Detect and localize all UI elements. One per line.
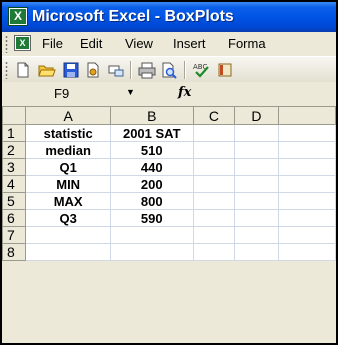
cell-a6[interactable]: Q3 xyxy=(25,209,111,227)
table-row: 2 median 510 xyxy=(2,141,336,159)
menu-edit[interactable]: Edit xyxy=(80,32,102,56)
row-header[interactable]: 5 xyxy=(2,192,27,210)
row-header[interactable]: 4 xyxy=(2,175,27,193)
cell-a1[interactable]: statistic xyxy=(25,124,111,142)
table-row: 7 xyxy=(2,226,336,244)
cell-b4[interactable]: 200 xyxy=(109,175,194,193)
cell-b5[interactable]: 800 xyxy=(109,192,194,210)
column-header-d[interactable]: D xyxy=(234,106,279,125)
permission-icon[interactable] xyxy=(84,61,102,79)
table-row: 3 Q1 440 xyxy=(2,158,336,176)
table-row: 8 xyxy=(2,243,336,261)
column-header-a[interactable]: A xyxy=(25,106,111,125)
toolbar-separator xyxy=(130,61,132,79)
cell-e1[interactable] xyxy=(277,124,336,142)
cell-e8[interactable] xyxy=(277,243,336,261)
cell-d2[interactable] xyxy=(234,141,279,159)
cell-c7[interactable] xyxy=(192,226,236,244)
menubar-grip-icon[interactable] xyxy=(5,35,8,53)
cell-e2[interactable] xyxy=(277,141,336,159)
row-header[interactable]: 8 xyxy=(2,243,27,261)
cell-a4[interactable]: MIN xyxy=(25,175,111,193)
column-header-b[interactable]: B xyxy=(109,106,194,125)
row-header[interactable]: 7 xyxy=(2,226,27,244)
menu-insert[interactable]: Insert xyxy=(173,32,206,56)
cell-c3[interactable] xyxy=(192,158,236,176)
row-header[interactable]: 3 xyxy=(2,158,27,176)
cell-d8[interactable] xyxy=(234,243,279,261)
cell-c2[interactable] xyxy=(192,141,236,159)
column-header-e[interactable] xyxy=(277,106,336,125)
cell-a7[interactable] xyxy=(25,226,111,244)
cell-b6[interactable]: 590 xyxy=(109,209,194,227)
cell-b2[interactable]: 510 xyxy=(109,141,194,159)
cell-b3[interactable]: 440 xyxy=(109,158,194,176)
row-header[interactable]: 1 xyxy=(2,124,27,142)
cell-c6[interactable] xyxy=(192,209,236,227)
row-header[interactable]: 6 xyxy=(2,209,27,227)
cell-d3[interactable] xyxy=(234,158,279,176)
worksheet-grid: A B C D 1 statistic 2001 SAT 2 median 51… xyxy=(2,106,336,261)
title-bar[interactable]: X Microsoft Excel - BoxPlots xyxy=(2,2,336,32)
table-row: 6 Q3 590 xyxy=(2,209,336,227)
table-row: 1 statistic 2001 SAT xyxy=(2,124,336,142)
column-header-c[interactable]: C xyxy=(192,106,236,125)
cell-e7[interactable] xyxy=(277,226,336,244)
new-icon[interactable] xyxy=(14,61,32,79)
cell-a5[interactable]: MAX xyxy=(25,192,111,210)
cell-e6[interactable] xyxy=(277,209,336,227)
standard-toolbar: ABC xyxy=(2,56,336,83)
cell-c1[interactable] xyxy=(192,124,236,142)
menu-file[interactable]: File xyxy=(42,32,63,56)
cell-d6[interactable] xyxy=(234,209,279,227)
cell-e5[interactable] xyxy=(277,192,336,210)
row-header[interactable]: 2 xyxy=(2,141,27,159)
print-icon[interactable] xyxy=(138,61,156,79)
cell-a8[interactable] xyxy=(25,243,111,261)
formula-bar: F9 ▼ fx xyxy=(2,82,336,106)
open-icon[interactable] xyxy=(38,61,56,79)
research-icon[interactable] xyxy=(216,61,234,79)
spelling-icon[interactable]: ABC xyxy=(192,61,210,79)
cell-a2[interactable]: median xyxy=(25,141,111,159)
table-row: 4 MIN 200 xyxy=(2,175,336,193)
cell-d1[interactable] xyxy=(234,124,279,142)
select-all-corner[interactable] xyxy=(2,106,27,125)
cell-d4[interactable] xyxy=(234,175,279,193)
cell-d7[interactable] xyxy=(234,226,279,244)
cell-d5[interactable] xyxy=(234,192,279,210)
cell-b7[interactable] xyxy=(109,226,194,244)
menu-view[interactable]: View xyxy=(125,32,153,56)
cell-c5[interactable] xyxy=(192,192,236,210)
cell-e4[interactable] xyxy=(277,175,336,193)
cell-b8[interactable] xyxy=(109,243,194,261)
cell-c8[interactable] xyxy=(192,243,236,261)
name-box[interactable]: F9 xyxy=(54,86,69,101)
table-row: 5 MAX 800 xyxy=(2,192,336,210)
cell-e3[interactable] xyxy=(277,158,336,176)
insert-function-icon[interactable]: fx xyxy=(178,85,191,100)
menu-bar: X File Edit View Insert Forma xyxy=(2,32,336,56)
cell-b1[interactable]: 2001 SAT xyxy=(109,124,194,142)
workbook-icon[interactable]: X xyxy=(14,35,31,51)
email-icon[interactable] xyxy=(106,61,124,79)
toolbar-separator xyxy=(184,61,186,79)
cell-a3[interactable]: Q1 xyxy=(25,158,111,176)
window-title: Microsoft Excel - BoxPlots xyxy=(32,8,234,25)
print-preview-icon[interactable] xyxy=(160,61,178,79)
excel-window: X Microsoft Excel - BoxPlots X File Edit… xyxy=(0,0,338,345)
cell-c4[interactable] xyxy=(192,175,236,193)
toolbar-grip-icon[interactable] xyxy=(5,61,8,79)
name-box-dropdown-icon[interactable]: ▼ xyxy=(126,87,135,97)
excel-app-icon[interactable]: X xyxy=(8,7,28,26)
menu-format[interactable]: Forma xyxy=(228,32,266,56)
save-icon[interactable] xyxy=(62,61,80,79)
